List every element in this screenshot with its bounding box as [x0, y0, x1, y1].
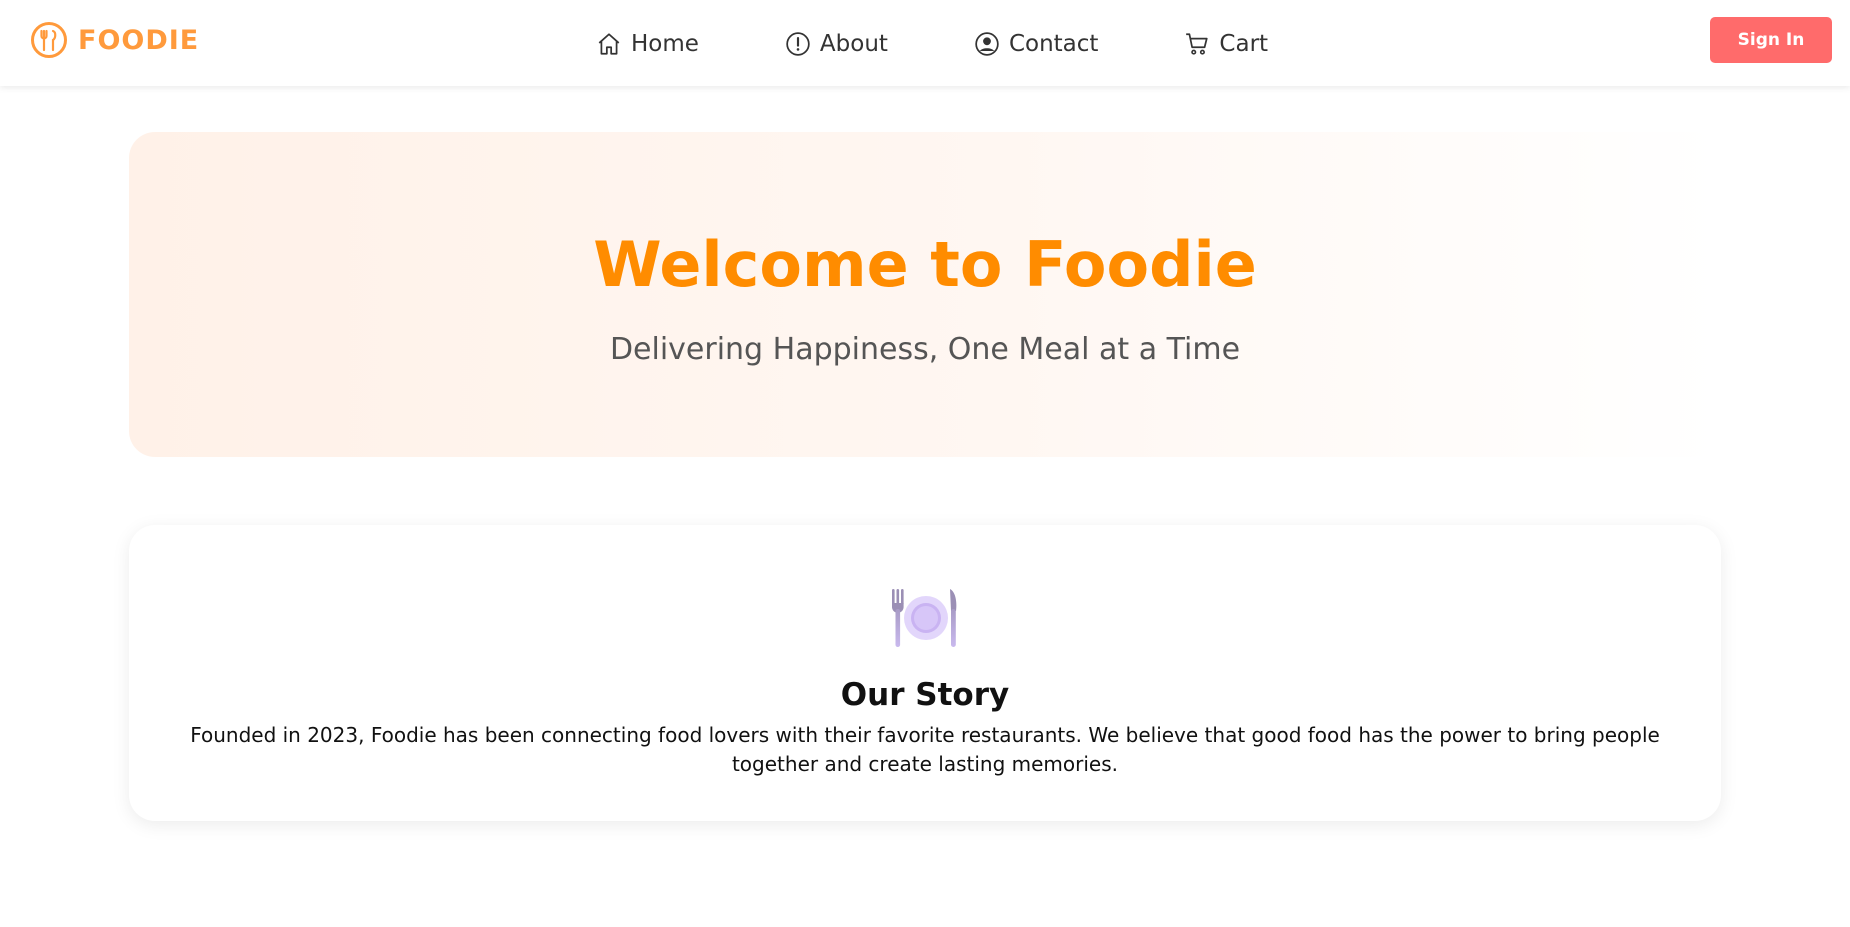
info-icon [786, 32, 810, 56]
plate-cutlery-icon [892, 589, 957, 647]
nav-about-label: About [819, 31, 888, 57]
nav-contact-label: Contact [1008, 31, 1099, 57]
hero-subtitle: Delivering Happiness, One Meal at a Time [609, 332, 1241, 367]
nav-cart-label: Cart [1219, 31, 1269, 57]
logo-text: FOODIE [78, 24, 200, 56]
home-icon [598, 33, 620, 55]
hero-banner: Welcome to Foodie Delivering Happiness, … [129, 132, 1721, 457]
nav-cart[interactable]: Cart [1184, 31, 1268, 57]
logo-link[interactable]: FOODIE [30, 20, 199, 60]
nav-home-label: Home [631, 31, 699, 57]
sign-in-button[interactable]: Sign In [1710, 17, 1832, 63]
navbar: FOODIE Home About Contact Cart Sign In [0, 0, 1850, 86]
cart-icon [1186, 33, 1209, 55]
fork-knife-logo-icon [31, 22, 67, 58]
nav-contact[interactable]: Contact [974, 31, 1098, 57]
nav-home[interactable]: Home [596, 31, 699, 57]
our-story-card: Our Story Founded in 2023, Foodie has be… [129, 525, 1721, 821]
user-icon [975, 32, 999, 56]
story-title: Our Story [840, 677, 1010, 713]
main-nav: Home About Contact Cart [596, 24, 1268, 64]
nav-about[interactable]: About [785, 31, 888, 57]
story-text: Founded in 2023, Foodie has been connect… [190, 723, 1660, 776]
hero-title: Welcome to Foodie [593, 228, 1257, 301]
